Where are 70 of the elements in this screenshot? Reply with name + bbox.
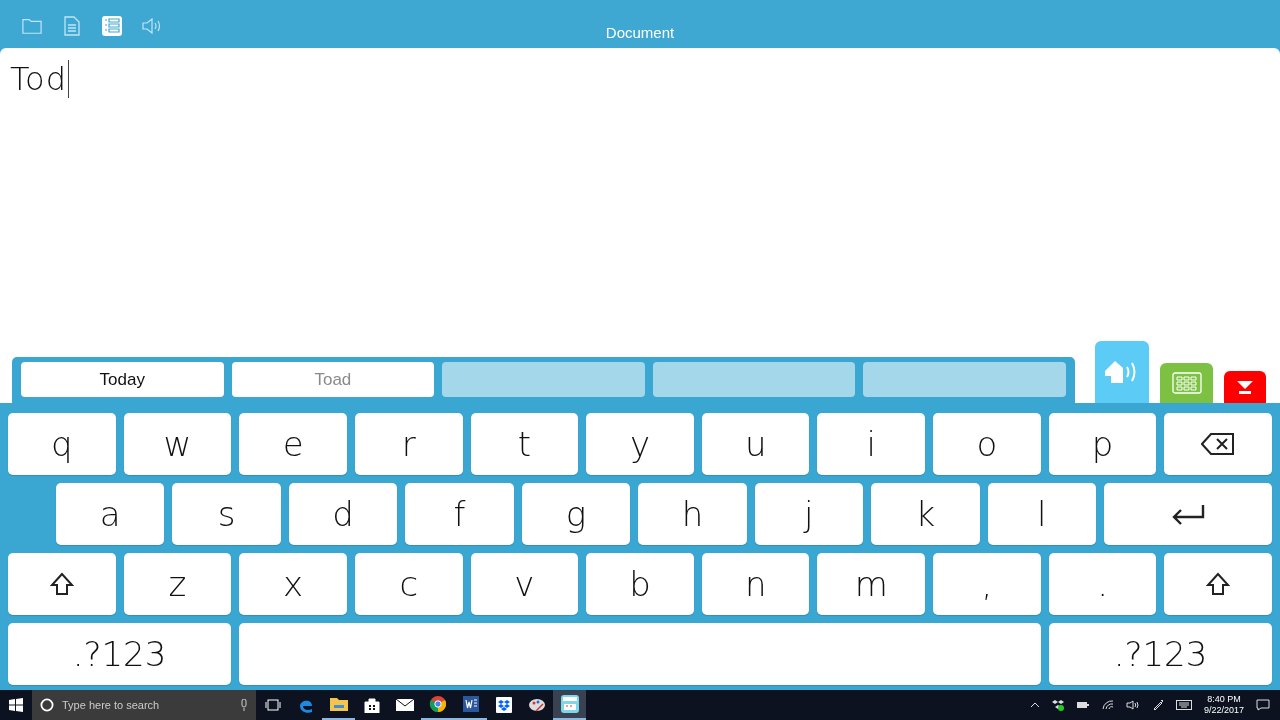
document-icon [64, 16, 80, 36]
shift-key[interactable] [8, 553, 116, 615]
letter-key[interactable]: e [239, 413, 347, 475]
letter-key[interactable]: i [817, 413, 926, 475]
letter-key[interactable]: w [123, 413, 232, 475]
letter-key[interactable]: b [586, 553, 694, 615]
paint-palette-icon [527, 698, 546, 712]
folder-icon [329, 697, 348, 711]
backspace-icon [1201, 433, 1236, 455]
window-title: Document [605, 24, 675, 41]
microphone-icon [240, 699, 248, 711]
taskbar-app-button[interactable] [553, 690, 586, 720]
letter-key[interactable]: p [1048, 413, 1157, 475]
letter-key[interactable]: o [933, 413, 1041, 475]
symbols-key[interactable]: .?123 [1049, 623, 1272, 685]
letter-key[interactable]: r [354, 413, 463, 475]
hide-button[interactable] [1224, 371, 1266, 403]
letter-key[interactable]: d [288, 483, 398, 545]
dropbox-icon[interactable] [1051, 699, 1064, 711]
letter-key[interactable]: l [987, 483, 1096, 545]
document-text[interactable]: Tod [10, 60, 69, 98]
notification-icon[interactable] [1256, 699, 1270, 711]
dropbox-icon [495, 697, 512, 713]
letter-key[interactable]: h [638, 483, 747, 545]
backspace-key[interactable] [1164, 413, 1273, 475]
clock-time[interactable]: 8:40 PM [1207, 694, 1241, 705]
letter-key[interactable]: , [933, 553, 1041, 615]
letter-key[interactable]: z [123, 553, 232, 615]
letter-key[interactable]: j [754, 483, 864, 545]
symbols-key[interactable]: .?123 [8, 623, 231, 685]
folder-icon [22, 17, 42, 35]
letter-key[interactable]: a [56, 483, 165, 545]
speaker-icon[interactable] [1125, 700, 1140, 710]
letter-key[interactable]: . [1048, 553, 1157, 615]
letter-key[interactable]: c [354, 553, 463, 615]
letter-key[interactable]: k [871, 483, 980, 545]
keyboard-grid-icon [1171, 372, 1202, 394]
shopping-bag-icon [363, 697, 380, 713]
keyboard-icon[interactable] [1175, 700, 1192, 710]
search-field[interactable]: Type here to search [32, 690, 256, 720]
letter-key[interactable]: u [701, 413, 810, 475]
word-icon [462, 696, 479, 712]
windows-logo-icon [9, 698, 23, 712]
word-suggestion[interactable]: Today [21, 362, 224, 397]
pen-icon[interactable] [1151, 699, 1164, 711]
shift-icon [49, 572, 74, 596]
task-view-icon [264, 699, 281, 711]
wifi-icon[interactable] [1101, 700, 1114, 710]
envelope-icon [395, 699, 414, 711]
speaker-icon [142, 18, 162, 34]
letter-key[interactable]: v [470, 553, 579, 615]
browser-icon [429, 696, 446, 712]
letter-key[interactable]: t [470, 413, 579, 475]
shift-icon [1206, 572, 1231, 596]
clock-date[interactable]: 9/22/2017 [1203, 705, 1244, 716]
letter-key[interactable]: q [8, 413, 116, 475]
hide-keyboard-icon [1236, 380, 1254, 394]
letter-key[interactable]: x [239, 553, 347, 615]
letter-key[interactable]: n [701, 553, 810, 615]
letter-key[interactable]: m [817, 553, 926, 615]
list-button[interactable] [100, 13, 124, 39]
list-icon [102, 16, 122, 36]
letter-key[interactable]: s [172, 483, 281, 545]
letter-key[interactable]: g [521, 483, 631, 545]
battery-icon[interactable] [1075, 700, 1090, 710]
letter-key[interactable]: y [586, 413, 694, 475]
shift-key[interactable] [1164, 553, 1273, 615]
letter-key[interactable]: f [405, 483, 514, 545]
chevron-up-icon[interactable] [1029, 702, 1040, 708]
keyboard-app-icon [560, 695, 579, 713]
